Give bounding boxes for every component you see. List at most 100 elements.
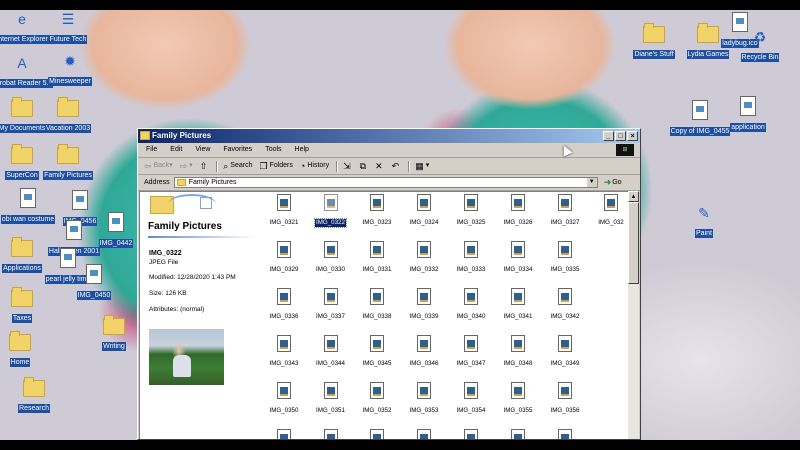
file-item[interactable]: IMG_0322 xyxy=(309,194,353,229)
file-item[interactable]: IMG_0332 xyxy=(402,241,446,276)
scroll-up-button[interactable]: ▲ xyxy=(628,191,639,202)
forward-button[interactable]: ⇨ ▾ xyxy=(180,158,193,174)
folder-icon xyxy=(176,179,186,186)
search-button[interactable]: ⌕ Search xyxy=(223,158,252,174)
desktop-icon[interactable]: Home xyxy=(0,331,52,369)
file-item[interactable]: IMG_0354 xyxy=(449,382,493,417)
file-item[interactable]: IMG_0338 xyxy=(355,288,399,323)
desktop-icon[interactable]: ✹ Minesweeper xyxy=(38,52,102,88)
copy-to-icon: ⧉ xyxy=(359,161,367,171)
file-item[interactable]: IMG_0337 xyxy=(309,288,353,323)
file-item[interactable]: IMG_0336 xyxy=(262,288,306,323)
file-item[interactable]: IMG_0329 xyxy=(262,241,306,276)
desktop-icon[interactable]: IMG_0450 xyxy=(62,264,126,302)
file-item[interactable]: IMG_0347 xyxy=(449,335,493,370)
minimize-button[interactable]: _ xyxy=(603,131,614,141)
desktop-icon[interactable]: Research xyxy=(2,377,66,415)
file-item[interactable]: IMG_0355 xyxy=(496,382,540,417)
jpeg-file-icon xyxy=(558,429,572,439)
menu-tools[interactable]: Tools xyxy=(265,143,281,157)
undo-button[interactable]: ↶ xyxy=(392,158,402,174)
file-item[interactable] xyxy=(402,429,446,439)
up-folder-button[interactable]: ⇧ xyxy=(200,158,210,174)
scroll-thumb[interactable] xyxy=(628,202,639,284)
vertical-scrollbar[interactable]: ▲ xyxy=(628,191,639,439)
file-item[interactable]: IMG_0353 xyxy=(402,382,446,417)
toolbar-separator xyxy=(336,160,339,172)
file-item[interactable] xyxy=(543,429,587,439)
views-button[interactable]: ▦ ▾ xyxy=(415,158,429,174)
folder-icon xyxy=(23,377,45,397)
file-item[interactable]: IMG_0342 xyxy=(543,288,587,323)
desktop-icon[interactable]: Vacation 2003 xyxy=(36,97,100,135)
move-to-button[interactable]: ⇲ xyxy=(343,158,353,174)
file-item[interactable]: IMG_0321 xyxy=(262,194,306,229)
file-item[interactable]: IMG_0349 xyxy=(543,335,587,370)
address-dropdown-button[interactable]: ▼ xyxy=(586,178,597,187)
jpeg-file-icon xyxy=(370,429,384,439)
file-item[interactable]: IMG_0333 xyxy=(449,241,493,276)
desktop-icon[interactable]: ☰ Future Tech xyxy=(36,10,100,46)
file-item[interactable]: IMG_0341 xyxy=(496,288,540,323)
desktop-icon-label: Minesweeper xyxy=(48,77,92,86)
file-item[interactable]: IMG_0339 xyxy=(402,288,446,323)
application-icon: ✹ xyxy=(64,53,76,69)
file-item[interactable]: IMG_0331 xyxy=(355,241,399,276)
delete-button[interactable]: ✕ xyxy=(375,158,385,174)
file-item[interactable]: IMG_0335 xyxy=(543,241,587,276)
file-item[interactable]: IMG_0345 xyxy=(355,335,399,370)
file-item[interactable]: IMG_0344 xyxy=(309,335,353,370)
file-item[interactable]: IMG_0351 xyxy=(309,382,353,417)
desktop-icon[interactable]: ✎ Paint xyxy=(672,204,736,240)
file-item[interactable] xyxy=(309,429,353,439)
file-item[interactable]: IMG_0326 xyxy=(496,194,540,229)
selected-file-size: Size: 126 KB xyxy=(149,290,187,297)
jpeg-file-icon xyxy=(417,335,431,352)
copy-to-button[interactable]: ⧉ xyxy=(360,158,368,174)
menu-help[interactable]: Help xyxy=(295,143,309,157)
explorer-window[interactable]: Family Pictures _ □ × File Edit View Fav… xyxy=(137,128,641,440)
file-item[interactable] xyxy=(355,429,399,439)
close-button[interactable]: × xyxy=(627,131,638,141)
file-item[interactable]: IMG_0352 xyxy=(355,382,399,417)
menu-favorites[interactable]: Favorites xyxy=(223,143,252,157)
file-item[interactable]: IMG_0325 xyxy=(449,194,493,229)
file-item[interactable]: IMG_0348 xyxy=(496,335,540,370)
file-item[interactable]: IMG_0356 xyxy=(543,382,587,417)
jpeg-file-icon xyxy=(323,288,338,305)
menu-edit[interactable]: Edit xyxy=(170,143,182,157)
file-item[interactable]: IMG_0346 xyxy=(402,335,446,370)
address-field[interactable]: Family Pictures ▼ xyxy=(173,177,598,188)
file-item[interactable] xyxy=(496,429,540,439)
menu-file[interactable]: File xyxy=(146,143,157,157)
desktop-icon[interactable]: Taxes xyxy=(0,287,54,325)
desktop-icon[interactable]: ♻ Recycle Bin xyxy=(728,28,792,64)
file-item[interactable]: IMG_0327 xyxy=(543,194,587,229)
file-item[interactable]: IMG_0330 xyxy=(309,241,353,276)
maximize-button[interactable]: □ xyxy=(615,131,626,141)
title-bar[interactable]: Family Pictures _ □ × xyxy=(138,129,640,143)
file-item[interactable]: IMG_0340 xyxy=(449,288,493,323)
file-item[interactable]: IMG_0343 xyxy=(262,335,306,370)
jpeg-file-icon xyxy=(277,194,291,211)
file-item[interactable]: IMG_032 xyxy=(589,194,628,229)
file-item[interactable]: IMG_0323 xyxy=(355,194,399,229)
file-item[interactable]: IMG_0350 xyxy=(262,382,306,417)
file-item[interactable]: IMG_0324 xyxy=(402,194,446,229)
desktop-icon[interactable]: application xyxy=(716,96,780,134)
folders-button[interactable]: ❐ Folders xyxy=(259,158,292,174)
file-item[interactable] xyxy=(262,429,306,439)
menu-view[interactable]: View xyxy=(195,143,210,157)
folder-content[interactable]: Family Pictures IMG_0322 JPEG File Modif… xyxy=(139,191,629,439)
file-item[interactable]: IMG_0334 xyxy=(496,241,540,276)
history-button[interactable]: ◔ History xyxy=(300,158,329,174)
file-item-label: IMG_0355 xyxy=(503,407,533,414)
file-item-label: IMG_0339 xyxy=(409,313,439,320)
desktop-icon[interactable]: Family Pictures xyxy=(36,144,100,182)
file-item-label: IMG_0352 xyxy=(362,407,392,414)
back-button[interactable]: ⇦ Back ▾ xyxy=(144,158,173,174)
file-item-label: IMG_0343 xyxy=(269,360,299,367)
delete-icon: ✕ xyxy=(375,161,383,171)
go-button[interactable]: ➜ Go xyxy=(604,175,622,190)
file-item[interactable] xyxy=(449,429,493,439)
